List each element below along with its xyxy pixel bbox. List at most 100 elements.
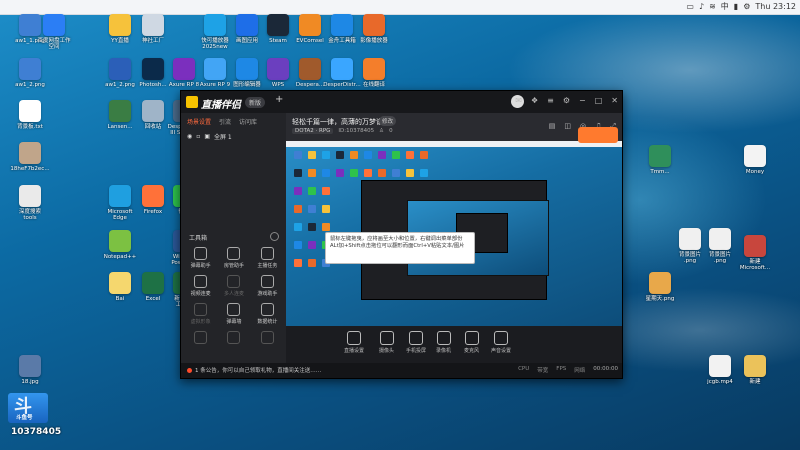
system-tray: ▭ ♪ ≋ 中 ▮ ⚙ Thu 23:12 — [686, 1, 796, 12]
battery-icon[interactable]: ▮ — [734, 2, 738, 11]
tool-item[interactable]: 视频连麦 — [184, 275, 217, 297]
desktop-icon-label: 影像播放器 — [360, 38, 388, 44]
tab-scene[interactable]: 场景设置 — [187, 117, 211, 126]
preview-mini-icon — [378, 169, 386, 177]
app-icon — [19, 142, 41, 164]
toolbar-button[interactable]: 摄像头 — [379, 331, 394, 354]
app-icon — [19, 58, 41, 80]
desktop-icon[interactable]: 新建 — [735, 355, 775, 385]
app-icon — [19, 185, 41, 207]
add-tab-icon[interactable]: + — [275, 94, 283, 105]
edit-title-button[interactable]: 修改 — [379, 116, 397, 126]
desktop-icon[interactable]: Money — [735, 145, 775, 175]
ime-icon[interactable]: 中 — [721, 1, 729, 12]
toolbar-button[interactable]: 录像机 — [436, 331, 451, 354]
tool-item[interactable]: 房管助手 — [217, 247, 250, 269]
scene-item[interactable]: ◉ ▫ ▣ 全屏 1 — [181, 130, 286, 143]
layout-icon[interactable]: ▤ — [549, 122, 556, 131]
tool-item[interactable] — [184, 331, 217, 346]
desktop-icon-label: 背景板.txt — [17, 124, 43, 130]
app-icon — [142, 14, 164, 36]
desktop-icon-label: YY直播 — [111, 38, 129, 44]
unlock-icon[interactable]: ◫ — [564, 122, 571, 131]
menu-icon[interactable]: ≡ — [547, 96, 554, 105]
desktop-icon[interactable]: 背景板.txt — [10, 100, 50, 130]
tool-item[interactable]: 弹幕助手 — [184, 247, 217, 269]
room-category[interactable]: DOTA2 · RPG — [292, 128, 334, 134]
tool-icon — [227, 331, 241, 344]
tool-item[interactable]: 游戏助手 — [251, 275, 284, 297]
desktop-icon[interactable]: 影像播放器 — [354, 14, 394, 44]
app-icon — [331, 58, 353, 80]
toolbar-button[interactable]: 声音设置 — [491, 331, 511, 354]
maximize-icon[interactable]: □ — [595, 96, 603, 105]
app-title-bar[interactable]: 直播伴侣 新版 + ✉ ❖ ≡ ⚙ − □ ✕ — [181, 91, 622, 113]
tool-label: 游戏助手 — [257, 291, 278, 297]
desktop-icon[interactable]: aw1_2.png — [10, 58, 50, 88]
tool-item[interactable]: 虚拟形象 — [184, 303, 217, 325]
desktop-icon[interactable]: Tmm... — [640, 145, 680, 175]
network-icon[interactable]: ≋ — [709, 2, 716, 11]
desktop-icon-label: Photosh... — [139, 82, 167, 88]
scene-label: 全屏 1 — [214, 134, 232, 141]
desktop-icon[interactable]: 神社工厂 — [133, 14, 173, 44]
preview-mini-icon — [350, 169, 358, 177]
gift-icon[interactable]: ❖ — [531, 96, 538, 105]
display-icon[interactable]: ▭ — [686, 2, 694, 11]
tool-item[interactable]: 多人连麦 — [217, 275, 250, 297]
desktop-icon-label: 背景图片 .png — [678, 252, 701, 264]
preview-mini-icon — [420, 169, 428, 177]
tool-icon — [194, 331, 208, 344]
desktop-icon[interactable]: jcgb.mp4 — [700, 355, 740, 385]
desktop-icon-label: Excel — [145, 296, 161, 302]
desktop-icon[interactable]: 新建 Microsoft... — [735, 235, 775, 271]
desktop-icon[interactable]: 百度网盘工作 空间 — [34, 14, 74, 50]
version-badge[interactable]: 新版 — [245, 97, 266, 108]
desktop-icon[interactable]: 深度搜索 tools — [10, 185, 50, 221]
preview-mini-icon — [350, 151, 358, 159]
desktop-icon[interactable]: 18heF7b2ec... — [10, 142, 50, 172]
preview-mini-icon — [420, 151, 428, 159]
app-icon — [173, 58, 195, 80]
eye-icon[interactable]: ◉ — [187, 133, 192, 140]
clock[interactable]: Thu 23:12 — [755, 2, 796, 11]
app-icon — [109, 185, 131, 207]
tool-item[interactable]: 主播任务 — [251, 247, 284, 269]
tool-item[interactable]: 弹幕墙 — [217, 303, 250, 325]
toolbar-button[interactable]: 麦克风 — [464, 331, 479, 354]
room-title[interactable]: 轻松千篇一律，高薄的万梦谱一 — [292, 117, 390, 127]
desktop-icon-label: 画图应用 — [235, 38, 258, 44]
desktop-icon[interactable]: Notepad++ — [100, 230, 140, 260]
toolbar-icon — [379, 331, 394, 345]
tool-item[interactable]: 数据统计 — [251, 303, 284, 325]
status-bar: 1 条公告，你可以自己领取礼物，直播间关注送…… CPU 带宽 FPS 网络 0… — [181, 363, 622, 378]
tab-library[interactable]: 访问库 — [239, 117, 257, 126]
minimize-icon[interactable]: − — [579, 96, 586, 105]
help-icon[interactable] — [270, 232, 279, 241]
desktop-icon[interactable]: 18.jpg — [10, 355, 50, 385]
tool-icon — [260, 303, 274, 316]
toolbar-button[interactable]: 直播设置 — [344, 331, 364, 354]
preview-mini-icon — [378, 151, 386, 159]
settings-icon[interactable]: ⚙ — [563, 96, 570, 105]
lock-icon[interactable]: ▫ — [196, 133, 200, 140]
desktop-icon-label: 图形编辑器 — [233, 82, 261, 88]
tab-guide[interactable]: 引流 — [219, 117, 231, 126]
watermark-number: 10378405 — [11, 427, 62, 437]
desktop-icon[interactable]: 在线翻译 — [354, 58, 394, 88]
app-icon — [363, 14, 385, 36]
settings-icon[interactable]: ⚙ — [743, 2, 750, 11]
volume-icon[interactable]: ♪ — [699, 2, 704, 11]
toolbar-icon — [409, 331, 423, 345]
toolbar-button[interactable]: 手机投屏 — [406, 331, 426, 354]
status-indicator-icon — [187, 368, 192, 373]
start-live-button[interactable] — [578, 127, 618, 143]
desktop-icon[interactable]: 星期天.png — [640, 272, 680, 302]
toolbar-icon — [494, 331, 508, 345]
tool-item[interactable] — [251, 331, 284, 346]
message-icon[interactable]: ✉ — [515, 96, 522, 105]
tool-item[interactable] — [217, 331, 250, 346]
desktop-icon[interactable]: 背景图片 .png — [700, 228, 740, 264]
close-icon[interactable]: ✕ — [611, 96, 618, 105]
preview-mini-icon — [294, 205, 302, 213]
